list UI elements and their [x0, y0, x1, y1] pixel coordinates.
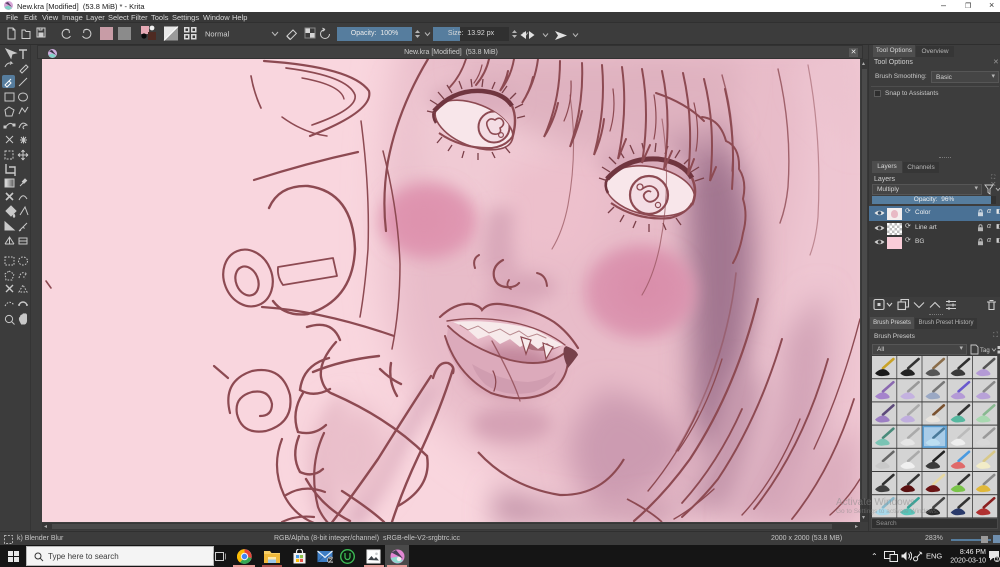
- svg-text:8:46 PM: 8:46 PM: [960, 549, 986, 556]
- svg-text:ENG: ENG: [926, 552, 942, 561]
- svg-text:2020-03-10: 2020-03-10: [950, 558, 986, 565]
- svg-text:Normal: Normal: [205, 30, 230, 39]
- svg-text:Tag: Tag: [980, 348, 990, 354]
- svg-text:3: 3: [996, 557, 999, 562]
- svg-text:2: 2: [329, 558, 332, 563]
